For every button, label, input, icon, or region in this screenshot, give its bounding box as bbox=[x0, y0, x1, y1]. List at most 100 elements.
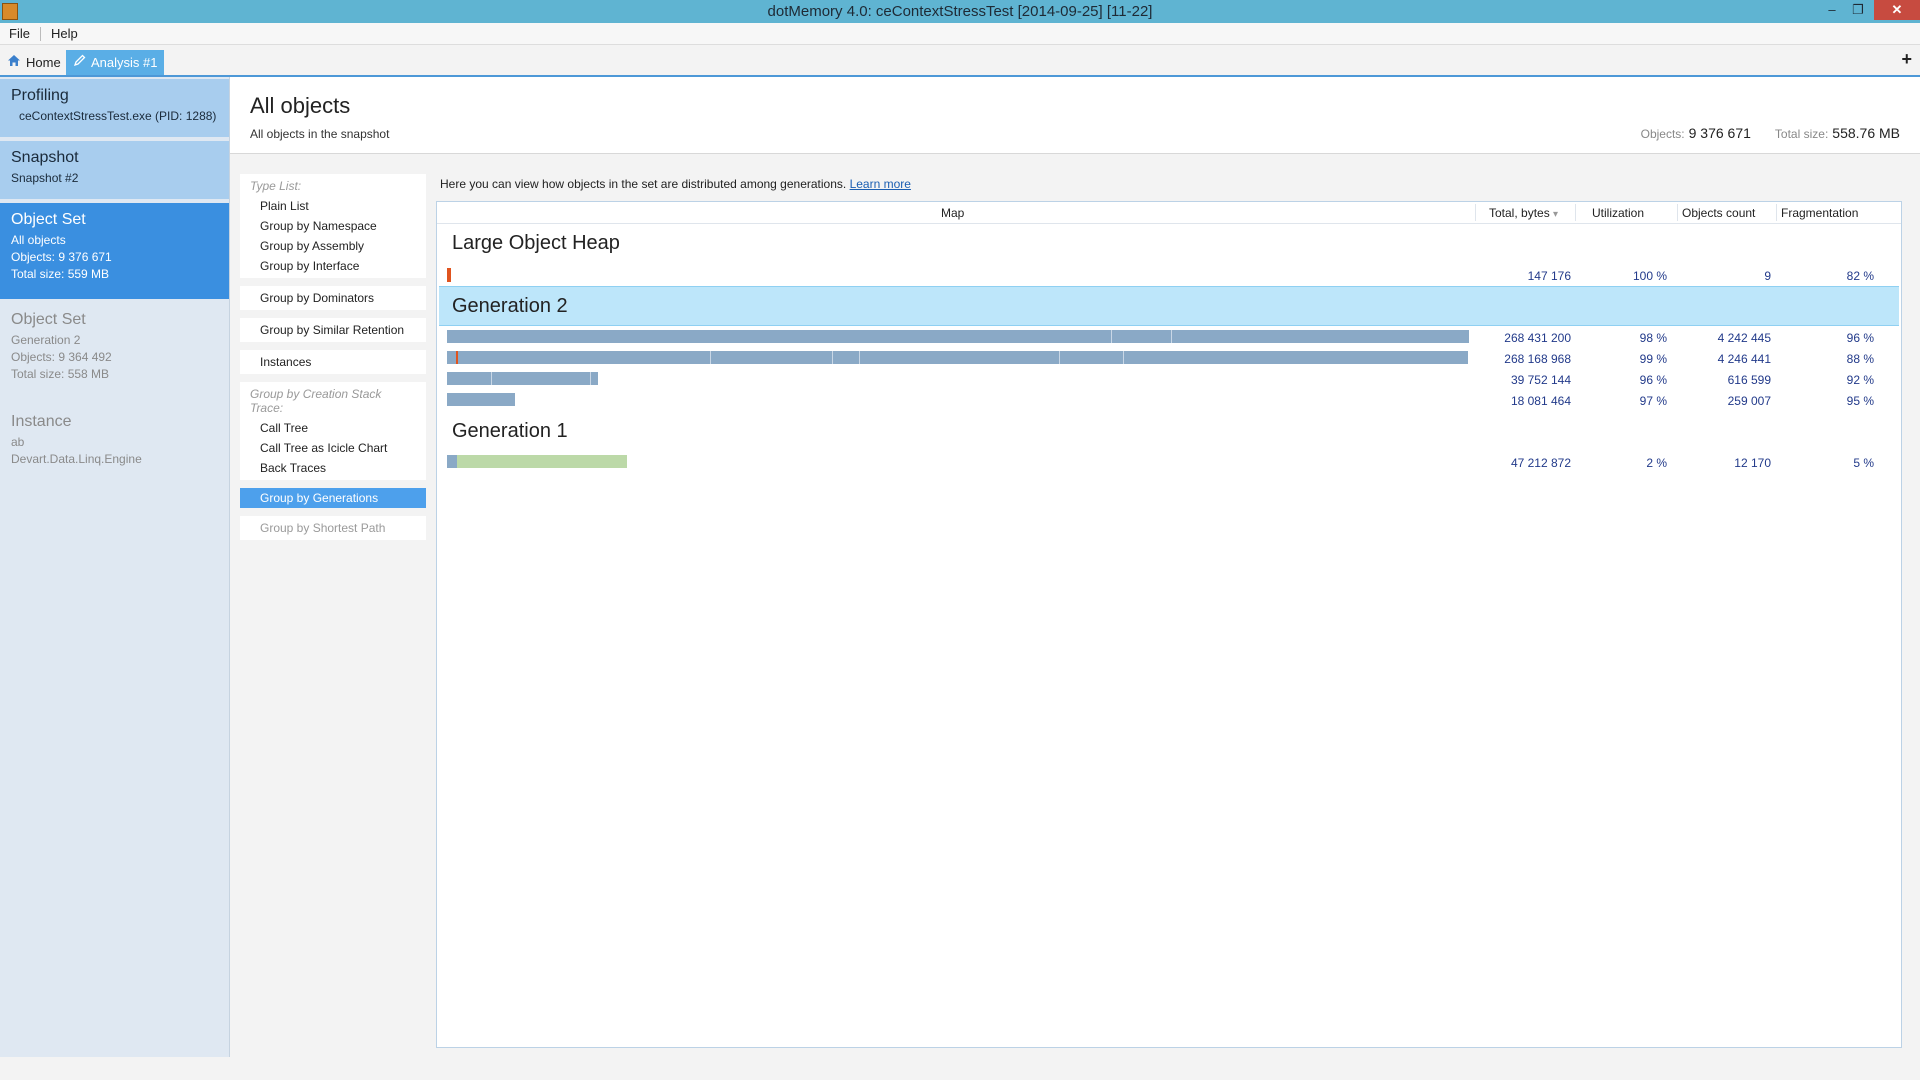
generations-grid: Map Total, bytes ▾ Utilization Objects c… bbox=[436, 201, 1902, 1048]
cell-utilization: 2 % bbox=[1646, 456, 1667, 470]
views-group-dominators: Group by Dominators bbox=[240, 286, 426, 310]
view-group-dominators[interactable]: Group by Dominators bbox=[240, 288, 426, 308]
content-header: All objects All objects in the snapshot … bbox=[230, 77, 1920, 154]
sidebar: Profiling ceContextStressTest.exe (PID: … bbox=[0, 77, 230, 1057]
object-set-title: Object Set bbox=[11, 211, 86, 228]
bar-segment bbox=[1111, 330, 1112, 343]
col-total-bytes[interactable]: Total, bytes ▾ bbox=[1489, 206, 1558, 220]
close-button[interactable]: ✕ bbox=[1874, 0, 1920, 20]
cell-total-bytes: 268 431 200 bbox=[1504, 331, 1571, 345]
views-group-creation: Group by Creation Stack Trace: Call Tree… bbox=[240, 382, 426, 480]
page-subtitle: All objects in the snapshot bbox=[250, 127, 390, 141]
col-separator bbox=[1575, 204, 1576, 221]
add-tab-button[interactable]: + bbox=[1901, 49, 1912, 70]
cell-utilization: 99 % bbox=[1639, 352, 1667, 366]
sidebar-card-object-set-active[interactable]: Object Set All objects Objects: 9 376 67… bbox=[0, 203, 229, 299]
view-group-shortest-path[interactable]: Group by Shortest Path bbox=[240, 518, 426, 538]
instance-type: Devart.Data.Linq.Engine bbox=[11, 452, 142, 466]
window-title: dotMemory 4.0: ceContextStressTest [2014… bbox=[767, 3, 1153, 20]
cell-fragmentation: 92 % bbox=[1846, 373, 1874, 387]
cell-objects-count: 259 007 bbox=[1727, 394, 1771, 408]
view-group-interface[interactable]: Group by Interface bbox=[240, 256, 426, 276]
section-large-object-heap: Large Object Heap bbox=[452, 232, 620, 254]
generation-2-band[interactable] bbox=[439, 286, 1899, 326]
views-group-type-list: Type List: Plain List Group by Namespace… bbox=[240, 174, 426, 278]
cell-objects-count: 12 170 bbox=[1734, 456, 1771, 470]
view-instances[interactable]: Instances bbox=[240, 352, 426, 372]
cell-objects-count: 4 246 441 bbox=[1717, 352, 1771, 366]
bar-segment bbox=[447, 455, 457, 468]
profiling-detail: ceContextStressTest.exe (PID: 1288) bbox=[19, 109, 217, 123]
cell-fragmentation: 96 % bbox=[1846, 331, 1874, 345]
heap-bar[interactable] bbox=[447, 351, 1468, 364]
objects-label: Objects: bbox=[1640, 127, 1685, 141]
view-group-assembly[interactable]: Group by Assembly bbox=[240, 236, 426, 256]
cell-objects-count: 616 599 bbox=[1727, 373, 1771, 387]
view-call-tree[interactable]: Call Tree bbox=[240, 418, 426, 438]
view-group-similar-retention[interactable]: Group by Similar Retention bbox=[240, 320, 426, 340]
instance-name: ab bbox=[11, 435, 25, 449]
home-icon bbox=[7, 50, 21, 75]
object-set-name: All objects bbox=[11, 233, 66, 247]
cell-objects-count: 9 bbox=[1764, 269, 1771, 283]
size-value: 558.76 MB bbox=[1832, 125, 1900, 141]
heap-bar[interactable] bbox=[447, 393, 515, 406]
view-group-generations[interactable]: Group by Generations bbox=[240, 488, 426, 508]
heap-bar[interactable] bbox=[447, 268, 451, 282]
objects-value: 9 376 671 bbox=[1688, 125, 1751, 141]
menu-separator bbox=[40, 27, 41, 41]
info-line: Here you can view how objects in the set… bbox=[440, 177, 911, 191]
profiling-title: Profiling bbox=[11, 87, 69, 104]
object-set-2-title: Object Set bbox=[11, 311, 86, 328]
bar-segment bbox=[491, 372, 492, 385]
col-fragmentation[interactable]: Fragmentation bbox=[1781, 206, 1858, 220]
cell-fragmentation: 5 % bbox=[1853, 456, 1874, 470]
view-call-tree-icicle[interactable]: Call Tree as Icicle Chart bbox=[240, 438, 426, 458]
title-bar: dotMemory 4.0: ceContextStressTest [2014… bbox=[0, 0, 1920, 23]
tab-home[interactable]: Home bbox=[0, 50, 68, 75]
cell-total-bytes: 268 168 968 bbox=[1504, 352, 1571, 366]
cell-total-bytes: 39 752 144 bbox=[1510, 373, 1571, 387]
col-objects-count[interactable]: Objects count bbox=[1682, 206, 1755, 220]
tab-analysis[interactable]: Analysis #1 bbox=[66, 50, 165, 75]
sidebar-card-object-set-inactive[interactable]: Object Set Generation 2 Objects: 9 364 4… bbox=[0, 303, 229, 399]
col-total-bytes-label: Total, bytes bbox=[1489, 206, 1550, 220]
heap-bar[interactable] bbox=[447, 330, 1469, 343]
object-set-size: Total size: 559 MB bbox=[11, 267, 110, 281]
sidebar-card-instance[interactable]: Instance ab Devart.Data.Linq.Engine bbox=[0, 405, 229, 475]
col-separator bbox=[1475, 204, 1476, 221]
bar-segment bbox=[859, 351, 860, 364]
view-back-traces[interactable]: Back Traces bbox=[240, 458, 426, 478]
sidebar-card-snapshot[interactable]: Snapshot Snapshot #2 bbox=[0, 141, 229, 199]
heap-bar[interactable] bbox=[447, 455, 627, 468]
bar-segment bbox=[832, 351, 833, 364]
bar-segment bbox=[1059, 351, 1060, 364]
grid-header: Map Total, bytes ▾ Utilization Objects c… bbox=[437, 202, 1901, 224]
cell-total-bytes: 47 212 872 bbox=[1510, 456, 1571, 470]
cell-utilization: 98 % bbox=[1639, 331, 1667, 345]
learn-more-link[interactable]: Learn more bbox=[850, 177, 911, 191]
bar-segment bbox=[456, 351, 458, 364]
bar-segment bbox=[710, 351, 711, 364]
object-set-2-size: Total size: 558 MB bbox=[11, 367, 110, 381]
col-utilization[interactable]: Utilization bbox=[1592, 206, 1644, 220]
view-plain-list[interactable]: Plain List bbox=[240, 196, 426, 216]
heap-bar[interactable] bbox=[447, 372, 598, 385]
cell-total-bytes: 18 081 464 bbox=[1510, 394, 1571, 408]
pencil-icon bbox=[73, 50, 86, 75]
sidebar-card-profiling[interactable]: Profiling ceContextStressTest.exe (PID: … bbox=[0, 79, 229, 137]
menu-file[interactable]: File bbox=[9, 26, 30, 41]
col-map[interactable]: Map bbox=[941, 206, 964, 220]
maximize-button[interactable]: ❐ bbox=[1844, 0, 1872, 20]
instance-title: Instance bbox=[11, 413, 72, 430]
minimize-button[interactable]: – bbox=[1818, 0, 1846, 20]
info-text: Here you can view how objects in the set… bbox=[440, 177, 847, 191]
menu-help[interactable]: Help bbox=[51, 26, 78, 41]
view-group-namespace[interactable]: Group by Namespace bbox=[240, 216, 426, 236]
views-group-instances: Instances bbox=[240, 350, 426, 374]
bar-segment bbox=[1171, 330, 1172, 343]
views-panel: Type List: Plain List Group by Namespace… bbox=[240, 174, 426, 548]
type-list-label: Type List: bbox=[250, 179, 302, 193]
object-set-objects: Objects: 9 376 671 bbox=[11, 250, 112, 264]
tab-analysis-label: Analysis #1 bbox=[91, 55, 158, 70]
